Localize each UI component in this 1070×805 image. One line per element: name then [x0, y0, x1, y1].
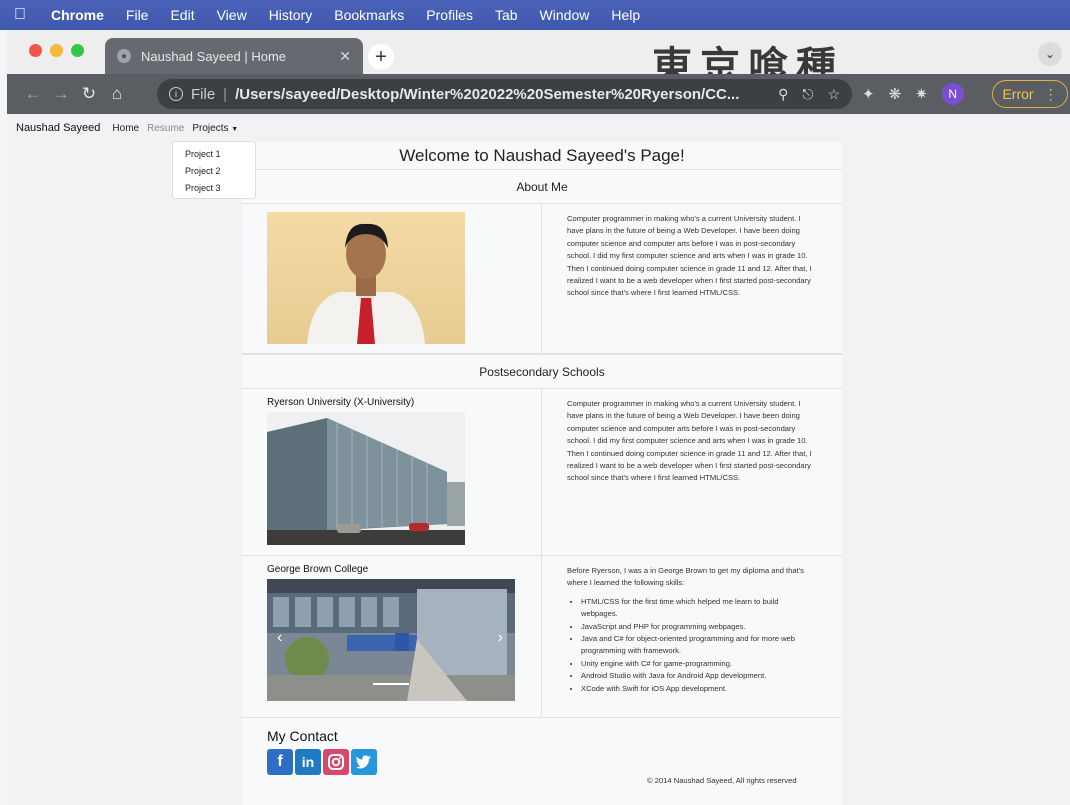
apple-icon[interactable]:  [0, 6, 40, 24]
zoom-icon[interactable]: ⚲ [778, 86, 788, 103]
nav-home[interactable]: Home [112, 123, 139, 134]
tab-naushad-home[interactable]: ● Naushad Sayeed | Home ✕ [105, 38, 363, 74]
address-url[interactable]: /Users/sayeed/Desktop/Winter%202022%20Se… [235, 86, 764, 103]
extension-brain-icon[interactable]: ❋ [889, 85, 902, 103]
george-brown-intro: Before Ryerson, I was a in George Brown … [567, 566, 804, 588]
social-links: f in [267, 749, 817, 775]
instagram-icon[interactable] [323, 749, 349, 775]
about-row: Computer programmer in making who's a cu… [242, 204, 842, 354]
facebook-icon[interactable]: f [267, 749, 293, 775]
error-button[interactable]: Error ⋮ [992, 80, 1068, 108]
george-brown-row: George Brown College ‹ › Before Ryerson,… [242, 556, 842, 718]
skill-item: HTML/CSS for the first time which helped… [581, 596, 817, 621]
share-icon[interactable]: ⎋ [802, 86, 813, 103]
dropdown-project-2[interactable]: Project 2 [173, 163, 255, 180]
reload-icon[interactable]: ↻ [75, 84, 103, 104]
skill-item: Java and C# for object-oriented programm… [581, 633, 817, 658]
extensions-puzzle-icon[interactable]: ✷ [915, 85, 928, 103]
george-brown-building-drawing [267, 579, 515, 701]
carousel-next-icon[interactable]: › [498, 629, 503, 647]
contact-heading: My Contact [267, 728, 338, 744]
extension-icons: ✦ ❋ ✷ N [862, 83, 964, 105]
address-bar[interactable]: i File | /Users/sayeed/Desktop/Winter%20… [157, 79, 852, 109]
about-photo-cell [242, 204, 542, 353]
menu-chrome[interactable]: Chrome [40, 7, 115, 23]
zoom-window-button[interactable] [71, 44, 84, 57]
home-icon[interactable]: ⌂ [103, 84, 131, 104]
skills-list: HTML/CSS for the first time which helped… [567, 596, 817, 695]
caret-down-icon: ▼ [231, 125, 239, 133]
projects-dropdown: Project 1 Project 2 Project 3 [172, 141, 256, 199]
menu-help[interactable]: Help [600, 7, 651, 23]
forward-arrow-icon[interactable]: → [47, 84, 75, 104]
tab-title: Naushad Sayeed | Home [141, 48, 287, 64]
footer-copyright: © 2014 Naushad Sayeed, All rights reserv… [647, 776, 797, 785]
nav-resume[interactable]: Resume [147, 123, 184, 134]
schools-heading: Postsecondary Schools [242, 354, 842, 389]
skill-item: JavaScript and PHP for programming webpa… [581, 621, 817, 633]
ryerson-building-photo [267, 412, 465, 545]
about-text: Computer programmer in making who's a cu… [567, 214, 812, 298]
carousel-prev-icon[interactable]: ‹ [277, 629, 282, 647]
contact-section: My Contact f in © 2014 Naushad Sayeed, A… [242, 718, 842, 805]
profile-photo [267, 212, 465, 344]
ryerson-building-drawing [267, 412, 465, 545]
close-window-button[interactable] [29, 44, 42, 57]
menu-view[interactable]: View [206, 7, 258, 23]
browser-toolbar: ← → ↻ ⌂ i File | /Users/sayeed/Desktop/W… [7, 74, 1070, 114]
page-title: Welcome to Naushad Sayeed's Page! [399, 146, 685, 165]
about-heading: About Me [242, 169, 842, 204]
site-brand[interactable]: Naushad Sayeed [16, 122, 100, 134]
profile-avatar[interactable]: N [941, 83, 964, 105]
george-brown-text: Before Ryerson, I was a in George Brown … [542, 556, 842, 717]
minimize-window-button[interactable] [50, 44, 63, 57]
kebab-menu-icon: ⋮ [1043, 85, 1058, 102]
menu-window[interactable]: Window [529, 7, 601, 23]
skill-item: Android Studio with Java for Android App… [581, 670, 817, 682]
main-container: Welcome to Naushad Sayeed's Page! About … [242, 142, 842, 805]
george-brown-cell: George Brown College ‹ › [242, 556, 542, 717]
menu-bookmarks[interactable]: Bookmarks [323, 7, 415, 23]
page-viewport: Naushad Sayeed Home Resume Projects ▼ We… [7, 114, 1070, 805]
skill-item: XCode with Swift for iOS App development… [581, 683, 817, 695]
menu-profiles[interactable]: Profiles [415, 7, 484, 23]
macos-menu-bar:  Chrome File Edit View History Bookmark… [0, 0, 1070, 30]
tab-strip: ● Naushad Sayeed | Home ✕ + 東京喰種 ⌄ [7, 30, 1070, 90]
site-navbar: Naushad Sayeed Home Resume Projects ▼ [7, 114, 1070, 142]
george-brown-carousel[interactable]: ‹ › [267, 579, 515, 701]
new-tab-button[interactable]: + [368, 44, 394, 70]
ryerson-text: Computer programmer in making who's a cu… [567, 399, 812, 483]
ryerson-row: Ryerson University (X-University) Comput… [242, 389, 842, 556]
address-scheme: File [191, 85, 216, 103]
twitter-bird-glyph [355, 755, 372, 769]
address-separator: | [223, 85, 228, 103]
window-controls [29, 44, 84, 57]
menu-history[interactable]: History [258, 7, 324, 23]
instagram-glyph [328, 754, 344, 770]
menu-edit[interactable]: Edit [159, 7, 205, 23]
linkedin-icon[interactable]: in [295, 749, 321, 775]
dropdown-project-1[interactable]: Project 1 [173, 146, 255, 163]
nav-projects[interactable]: Projects ▼ [192, 123, 238, 134]
error-label: Error [1002, 86, 1034, 102]
close-tab-icon[interactable]: ✕ [339, 48, 351, 65]
dropdown-project-3[interactable]: Project 3 [173, 180, 255, 197]
bookmark-star-icon[interactable]: ☆ [827, 86, 840, 103]
profile-photo-drawing [307, 223, 425, 344]
menu-file[interactable]: File [115, 7, 160, 23]
george-brown-title: George Brown College [267, 564, 369, 575]
menu-tab[interactable]: Tab [484, 7, 529, 23]
twitter-icon[interactable] [351, 749, 377, 775]
back-arrow-icon[interactable]: ← [19, 84, 47, 104]
ryerson-cell: Ryerson University (X-University) [242, 389, 542, 555]
ryerson-title: Ryerson University (X-University) [267, 397, 415, 408]
extension-fox-icon[interactable]: ✦ [862, 85, 875, 103]
globe-icon: ● [117, 49, 131, 63]
browser-window: ● Naushad Sayeed | Home ✕ + 東京喰種 ⌄ ← → ↻… [7, 30, 1070, 805]
info-icon[interactable]: i [169, 87, 183, 101]
tab-search-chevron-icon[interactable]: ⌄ [1038, 42, 1062, 66]
nav-projects-label: Projects [192, 122, 229, 134]
skill-item: Unity engine with C# for game-programmin… [581, 658, 817, 670]
